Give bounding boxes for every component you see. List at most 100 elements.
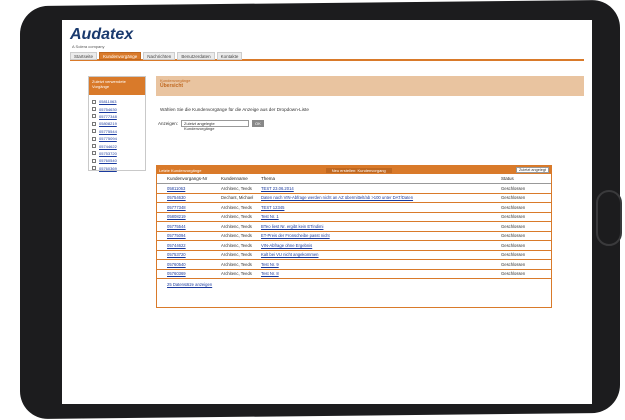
sidebar-item-label[interactable]: 05760540 [99, 158, 117, 163]
case-id-link[interactable]: 05760540 [167, 262, 221, 267]
column-header[interactable]: Kundenvorgangs-Nr [167, 176, 221, 181]
sidebar-item-label[interactable]: 05811063 [99, 99, 117, 104]
checkbox[interactable] [92, 107, 96, 112]
sidebar-item-label[interactable]: 05744622 [99, 144, 117, 149]
audatex-logo: Audatex [70, 26, 134, 43]
ok-button[interactable]: OK [252, 120, 264, 127]
customer-name: Architenc, Teeds [221, 223, 252, 229]
sort-select[interactable]: Zuletzt angelegt [515, 167, 549, 173]
sidebar-item[interactable]: 05808219 [92, 120, 142, 127]
customer-name: Architenc, Teeds [221, 233, 252, 239]
tablet-screen: Audatex A Solera company Startseite Kund… [62, 20, 592, 404]
case-id-link[interactable]: 05760369 [167, 271, 221, 276]
filter-label: Anzeigen: [158, 121, 179, 126]
main-nav: Startseite Kundenvorgänge Nachrichten Be… [70, 52, 584, 61]
sidebar-item-label[interactable]: 05775544 [99, 129, 117, 134]
checkbox[interactable] [92, 158, 96, 163]
table-row[interactable]: 05775544 Architenc, Teeds BTeo liest Nr. e… [157, 222, 551, 232]
column-header[interactable]: Status [501, 176, 541, 181]
sidebar-item[interactable]: 05744622 [92, 142, 142, 149]
topic-link[interactable]: Daten nach VIN-Abfrage werden nicht an A… [261, 195, 501, 200]
table-row[interactable]: 05760369 Architenc, Teeds Test Nr. 8 Geschl… [157, 270, 551, 279]
table-header: Kundenvorgangs-Nr Kundenname Thema Statu… [157, 174, 551, 184]
show-more-link[interactable]: 25 Datensätze anzeigen [157, 282, 551, 287]
checkbox[interactable] [92, 144, 96, 149]
sidebar-item-label[interactable]: 05760369 [99, 166, 117, 171]
checkbox[interactable] [92, 151, 96, 156]
sidebar-item-label[interactable]: 05808219 [99, 121, 117, 126]
case-id-link[interactable]: 05811063 [167, 186, 221, 191]
tab-startseite[interactable]: Startseite [70, 52, 98, 60]
new-case-button[interactable]: Neu erstellen: Kundenvorgang [325, 167, 392, 173]
instruction-text: Wählen Sie die Kundenvorgänge für die An… [160, 107, 309, 112]
sidebar-title: Zuletzt verwendete Vorgänge [89, 77, 145, 95]
status-text: Geschlossen [501, 204, 526, 210]
filter-row: Anzeigen: Zuletzt angelegte Kundenvorgän… [156, 120, 584, 131]
sidebar-item-label[interactable]: 05753720 [99, 151, 117, 156]
table-row[interactable]: 05811063 Architenc, Teeds TEST 23.06.2014 G… [157, 184, 551, 194]
table-row[interactable]: 05775094 Architenc, Teeds ET-Preis der Fro… [157, 232, 551, 241]
table-row[interactable]: 05760540 Architenc, Teeds Test Nr. 9 Geschl… [157, 260, 551, 270]
sidebar-item[interactable]: 05760369 [92, 165, 142, 172]
status-text: Geschlossen [501, 271, 526, 277]
cases-table: Letzte Kundenvorgänge Neu erstellen: Kun… [156, 165, 552, 308]
sidebar-item[interactable]: 05811063 [92, 98, 142, 105]
topic-link[interactable]: Kalt bei VU nicht angekommen [261, 252, 501, 257]
table-row[interactable]: 05744622 Architenc, Teeds VIN-Abfrage ohne… [157, 241, 551, 251]
sidebar-item[interactable]: 05775094 [92, 135, 142, 142]
topic-link[interactable]: TEST 23.06.2014 [261, 186, 501, 191]
topic-link[interactable]: TEST 12345 [261, 205, 501, 210]
topic-link[interactable]: BTeo liest Nr. ergibt kein ETindimi [261, 224, 501, 229]
case-id-link[interactable]: 05753720 [167, 252, 221, 257]
column-header[interactable]: Thema [261, 176, 501, 181]
topic-link[interactable]: ET-Preis der Fronscheibe passt nicht [261, 233, 501, 238]
case-id-link[interactable]: 05777348 [167, 205, 221, 210]
sidebar-item-label[interactable]: 05775094 [99, 136, 117, 141]
table-row[interactable]: 05777348 Architenc, Teeds TEST 12345 Geschl… [157, 203, 551, 213]
checkbox[interactable] [92, 129, 96, 134]
status-text: Geschlossen [501, 261, 526, 267]
customer-name: Architenc, Teeds [221, 214, 252, 220]
tab-kundenvorgaenge[interactable]: Kundenvorgänge [99, 52, 142, 60]
sidebar-item[interactable]: 05775544 [92, 128, 142, 135]
customer-name: Architenc, Teeds [221, 271, 252, 277]
home-button[interactable] [596, 190, 622, 246]
tab-benutzerdaten[interactable]: Benutzerdaten [177, 52, 215, 60]
status-text: Geschlossen [501, 185, 526, 191]
checkbox[interactable] [92, 114, 96, 119]
column-header[interactable]: Kundenname [221, 176, 261, 181]
topic-link[interactable]: Test Nr. 1 [261, 214, 501, 219]
recent-cases-sidebar: Zuletzt verwendete Vorgänge 05811063 057… [88, 76, 146, 171]
customer-name: Architenc, Teeds [221, 185, 252, 191]
tab-nachrichten[interactable]: Nachrichten [143, 52, 176, 60]
status-text: Geschlossen [501, 223, 526, 229]
sidebar-item[interactable]: 05760540 [92, 157, 142, 164]
case-id-link[interactable]: 05775094 [167, 233, 221, 238]
case-id-link[interactable]: 05744622 [167, 243, 221, 248]
sidebar-item[interactable]: 05754630 [92, 105, 142, 112]
checkbox[interactable] [92, 99, 96, 104]
table-row[interactable]: 05808219 Architenc, Teeds Test Nr. 1 Geschl… [157, 213, 551, 222]
status-text: Geschlossen [501, 214, 526, 220]
customer-name: Architenc, Teeds [221, 242, 252, 248]
topic-link[interactable]: Test Nr. 8 [261, 271, 501, 276]
checkbox[interactable] [92, 121, 96, 126]
case-id-link[interactable]: 05754630 [167, 195, 221, 200]
sidebar-item[interactable]: 05753720 [92, 150, 142, 157]
sidebar-item-label[interactable]: 05754630 [99, 107, 117, 112]
customer-name: Dechant, Michael [221, 195, 254, 201]
filter-select[interactable]: Zuletzt angelegte Kundenvorgänge [181, 120, 250, 131]
table-row[interactable]: 05753720 Architenc, Teeds Kalt bei VU nich… [157, 251, 551, 260]
tab-kontakte[interactable]: Kontakte [216, 52, 243, 60]
sidebar-item[interactable]: 05777348 [92, 113, 142, 120]
table-row[interactable]: 05754630 Dechant, Michael Daten nach VIN-A… [157, 194, 551, 203]
page-title: Übersicht [160, 83, 184, 89]
table-toolbar: Letzte Kundenvorgänge Neu erstellen: Kun… [157, 166, 551, 174]
sidebar-item-label[interactable]: 05777348 [99, 114, 117, 119]
case-id-link[interactable]: 05808219 [167, 214, 221, 219]
checkbox[interactable] [92, 166, 96, 171]
checkbox[interactable] [92, 136, 96, 141]
topic-link[interactable]: VIN-Abfrage ohne Ergebnis [261, 243, 501, 248]
case-id-link[interactable]: 05775544 [167, 224, 221, 229]
topic-link[interactable]: Test Nr. 9 [261, 262, 501, 267]
